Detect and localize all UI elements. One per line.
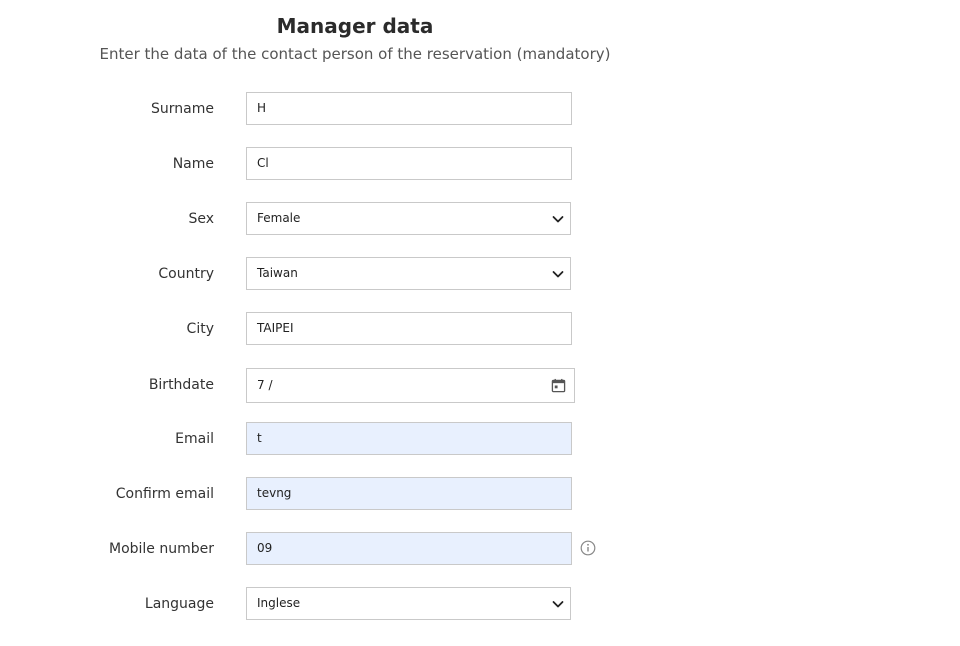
chevron-down-icon bbox=[552, 271, 564, 278]
email-field[interactable]: t bbox=[246, 422, 572, 455]
name-input[interactable]: Cl bbox=[246, 147, 572, 180]
language-value: Inglese bbox=[257, 596, 301, 610]
confirm-email-row: Confirm email tevng bbox=[0, 477, 960, 513]
surname-label: Surname bbox=[151, 101, 214, 117]
city-row: City TAIPEI bbox=[0, 312, 960, 348]
surname-input[interactable]: H bbox=[246, 92, 572, 125]
birthdate-value: 7 / bbox=[257, 378, 273, 392]
confirm-email-label: Confirm email bbox=[115, 486, 214, 502]
email-value: t bbox=[257, 431, 262, 445]
birthdate-row: Birthdate 7 / bbox=[0, 368, 960, 404]
mobile-value: 09 bbox=[257, 541, 273, 555]
sex-row: Sex Female bbox=[0, 202, 960, 238]
country-label: Country bbox=[158, 266, 214, 282]
email-row: Email t bbox=[0, 422, 960, 458]
confirm-email-value: tevng bbox=[257, 486, 292, 500]
page-title: Manager data bbox=[276, 14, 434, 38]
chevron-down-icon bbox=[552, 601, 564, 608]
calendar-icon[interactable] bbox=[551, 378, 566, 393]
language-label: Language bbox=[144, 596, 214, 612]
city-label: City bbox=[186, 321, 214, 337]
mobile-label: Mobile number bbox=[108, 541, 214, 557]
birthdate-input[interactable]: 7 / bbox=[246, 368, 575, 403]
surname-row: Surname H bbox=[0, 92, 960, 128]
country-value: Taiwan bbox=[257, 266, 298, 280]
country-row: Country Taiwan bbox=[0, 257, 960, 293]
sex-value: Female bbox=[257, 211, 301, 225]
page-subtitle: Enter the data of the contact person of … bbox=[99, 45, 611, 63]
info-icon[interactable] bbox=[580, 540, 596, 556]
country-select[interactable]: Taiwan bbox=[246, 257, 571, 290]
surname-value: H bbox=[257, 101, 267, 115]
mobile-number-field[interactable]: 09 bbox=[246, 532, 572, 565]
name-label: Name bbox=[172, 156, 214, 172]
mobile-row: Mobile number 09 bbox=[0, 532, 960, 568]
email-label: Email bbox=[175, 431, 214, 447]
city-input[interactable]: TAIPEI bbox=[246, 312, 572, 345]
language-row: Language Inglese bbox=[0, 587, 960, 623]
city-value: TAIPEI bbox=[257, 321, 294, 335]
chevron-down-icon bbox=[552, 216, 564, 223]
birthdate-label: Birthdate bbox=[148, 377, 214, 393]
language-select[interactable]: Inglese bbox=[246, 587, 571, 620]
name-value: Cl bbox=[257, 156, 269, 170]
name-row: Name Cl bbox=[0, 147, 960, 183]
confirm-email-field[interactable]: tevng bbox=[246, 477, 572, 510]
sex-select[interactable]: Female bbox=[246, 202, 571, 235]
sex-label: Sex bbox=[188, 211, 214, 227]
